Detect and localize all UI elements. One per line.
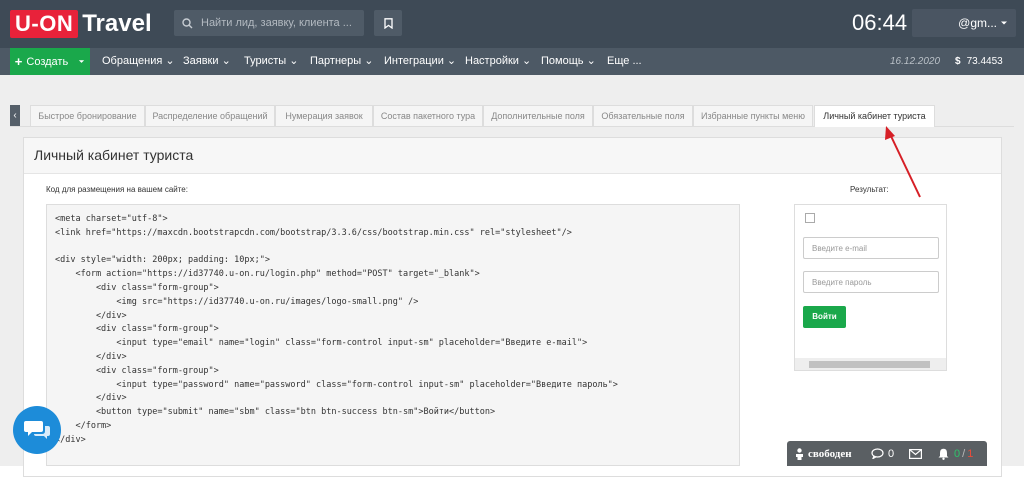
email-input[interactable]: Введите e-mail [803, 237, 939, 259]
person-icon [796, 447, 803, 460]
tab-package-tour[interactable]: Состав пакетного тура [373, 105, 483, 126]
chevron-down-icon: ⌄ [446, 55, 457, 67]
menu-item-orders[interactable]: Заявки ⌄ [183, 48, 231, 75]
chat-widget-button[interactable] [13, 406, 61, 454]
search-icon [182, 17, 193, 28]
tab-order-numbering[interactable]: Нумерация заявок [275, 105, 373, 126]
password-input[interactable]: Введите пароль [803, 271, 939, 293]
broken-image-icon [805, 213, 815, 223]
current-date: 16.12.2020 [890, 56, 941, 67]
tab-tourist-cabinet[interactable]: Личный кабинет туриста [814, 105, 935, 127]
preview-scrollbar[interactable] [795, 358, 946, 370]
status-text: свободен [808, 447, 852, 460]
menu-item-tourists[interactable]: Туристы ⌄ [244, 48, 298, 75]
code-label: Код для размещения на вашем сайте: [46, 185, 188, 194]
menu-item-settings[interactable]: Настройки ⌄ [465, 48, 531, 75]
bell-icon [938, 448, 949, 460]
logo-text: Travel [82, 10, 152, 37]
create-label: Создать [26, 55, 69, 68]
clock: 06:44 [852, 10, 908, 35]
chat-bubbles-icon [24, 421, 50, 439]
chevron-down-icon: ⌄ [522, 55, 532, 67]
user-name: @gm... [958, 16, 997, 30]
chevron-down-icon: ⌄ [289, 55, 299, 67]
chevron-down-icon: ⌄ [586, 55, 596, 67]
logo-mark: U-ON [10, 10, 79, 38]
user-menu[interactable]: @gm... [912, 9, 1016, 37]
result-preview: Введите e-mail Введите пароль Войти [794, 204, 947, 371]
top-bar: U-ON Travel 06:44 @gm... [0, 0, 1024, 48]
mail-button[interactable] [909, 441, 922, 466]
menu-item-partners[interactable]: Партнеры ⌄ [310, 48, 373, 75]
chat-icon [871, 448, 884, 459]
caret-down-icon [79, 60, 85, 63]
logo[interactable]: U-ON Travel [10, 8, 152, 40]
caret-down-icon [1001, 21, 1007, 25]
chevron-down-icon: ⌄ [165, 55, 175, 67]
bookmark-button[interactable] [374, 10, 402, 36]
mail-icon [909, 448, 922, 459]
scrollbar-thumb[interactable] [809, 361, 930, 368]
create-button[interactable]: + Создать [10, 48, 90, 75]
chats-counter[interactable]: 0 [871, 441, 894, 466]
dollar-icon: $ [955, 56, 961, 67]
tab-request-distribution[interactable]: Распределение обращений [145, 105, 275, 126]
plus-icon: + [14, 54, 23, 69]
operator-status-bar: свободен 0 0 / 1 [787, 441, 987, 466]
menu-item-help[interactable]: Помощь ⌄ [541, 48, 596, 75]
search-box [174, 10, 364, 36]
tabs-scroll-left-button[interactable]: ‹ [10, 105, 20, 126]
tab-additional-fields[interactable]: Дополнительные поля [483, 105, 593, 126]
result-label: Результат: [850, 185, 889, 194]
menu-item-more[interactable]: Еще ... [607, 48, 642, 75]
panel-title: Личный кабинет туриста [24, 138, 1001, 174]
status-toggle[interactable]: свободен [795, 441, 852, 466]
login-button[interactable]: Войти [803, 306, 846, 328]
settings-tabs: ‹ Быстрое бронирование Распределение обр… [10, 105, 1014, 127]
main-menu: + Создать Обращения ⌄ Заявки ⌄ Туристы ⌄… [0, 48, 1024, 75]
currency-rate: $73.4453 [955, 56, 1003, 67]
bookmark-icon [383, 17, 393, 29]
menu-item-integrations[interactable]: Интеграции ⌄ [384, 48, 456, 75]
chevron-down-icon: ⌄ [221, 55, 231, 67]
menu-item-requests[interactable]: Обращения ⌄ [102, 48, 175, 75]
tab-favorite-menu-items[interactable]: Избранные пункты меню [693, 105, 813, 126]
embed-code-textarea[interactable]: <meta charset="utf-8"> <link href="https… [46, 204, 740, 466]
chevron-down-icon: ⌄ [364, 55, 374, 67]
search-input[interactable] [199, 16, 353, 30]
notifications-counter[interactable]: 0 / 1 [938, 441, 973, 466]
tab-required-fields[interactable]: Обязательные поля [593, 105, 693, 126]
tab-quick-booking[interactable]: Быстрое бронирование [30, 105, 145, 126]
